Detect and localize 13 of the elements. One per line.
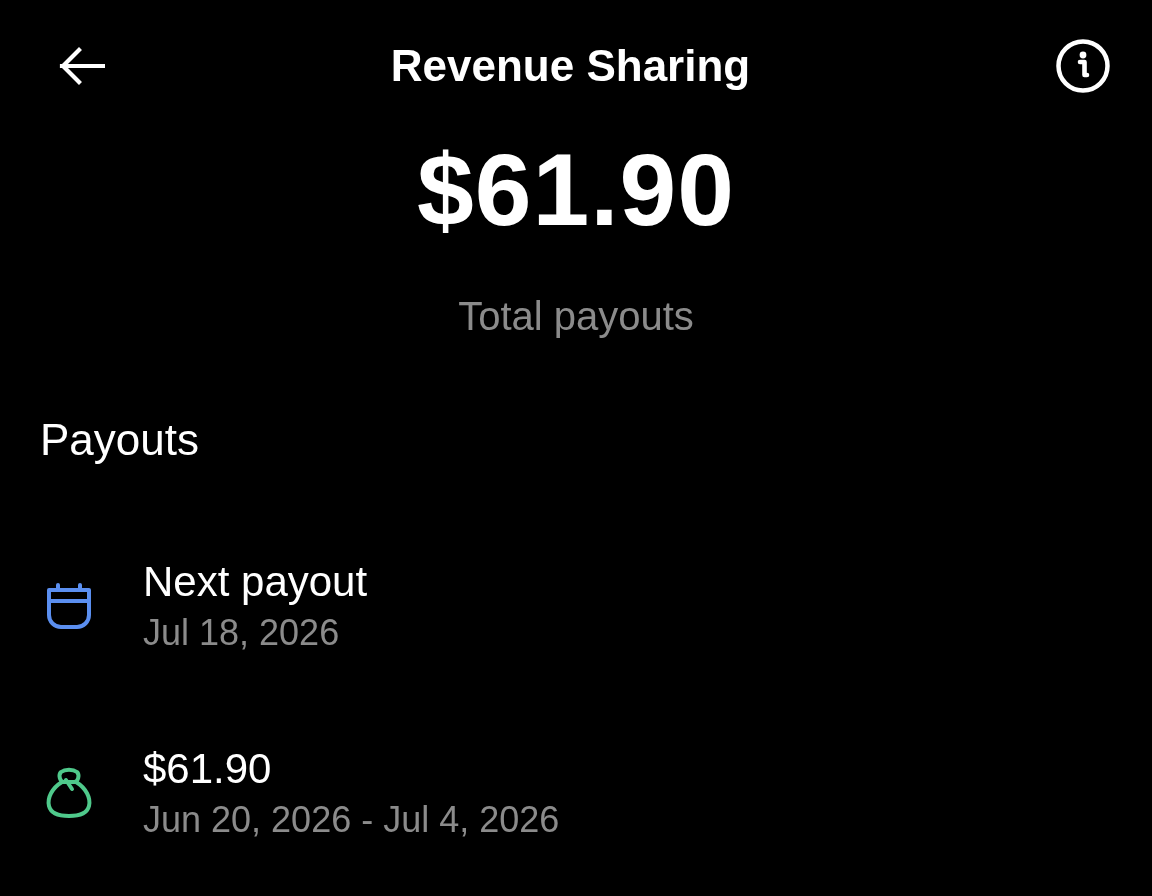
payout-date: Jul 18, 2026 (143, 615, 341, 651)
section-heading: Payouts (40, 418, 200, 462)
total-label: Total payouts (457, 296, 695, 336)
info-icon (1056, 39, 1110, 93)
payout-title: Next payout (143, 561, 368, 603)
screen-title: Revenue Sharing (390, 44, 751, 88)
info-button[interactable] (1056, 39, 1110, 93)
money-bag-icon (45, 767, 93, 819)
payout-title: $61.90 (143, 748, 273, 790)
back-button[interactable] (59, 47, 105, 85)
calendar-icon (45, 582, 93, 630)
payout-date: Jun 20, 2026 - Jul 4, 2026 (143, 802, 560, 838)
total-amount: $61.90 (416, 139, 736, 241)
